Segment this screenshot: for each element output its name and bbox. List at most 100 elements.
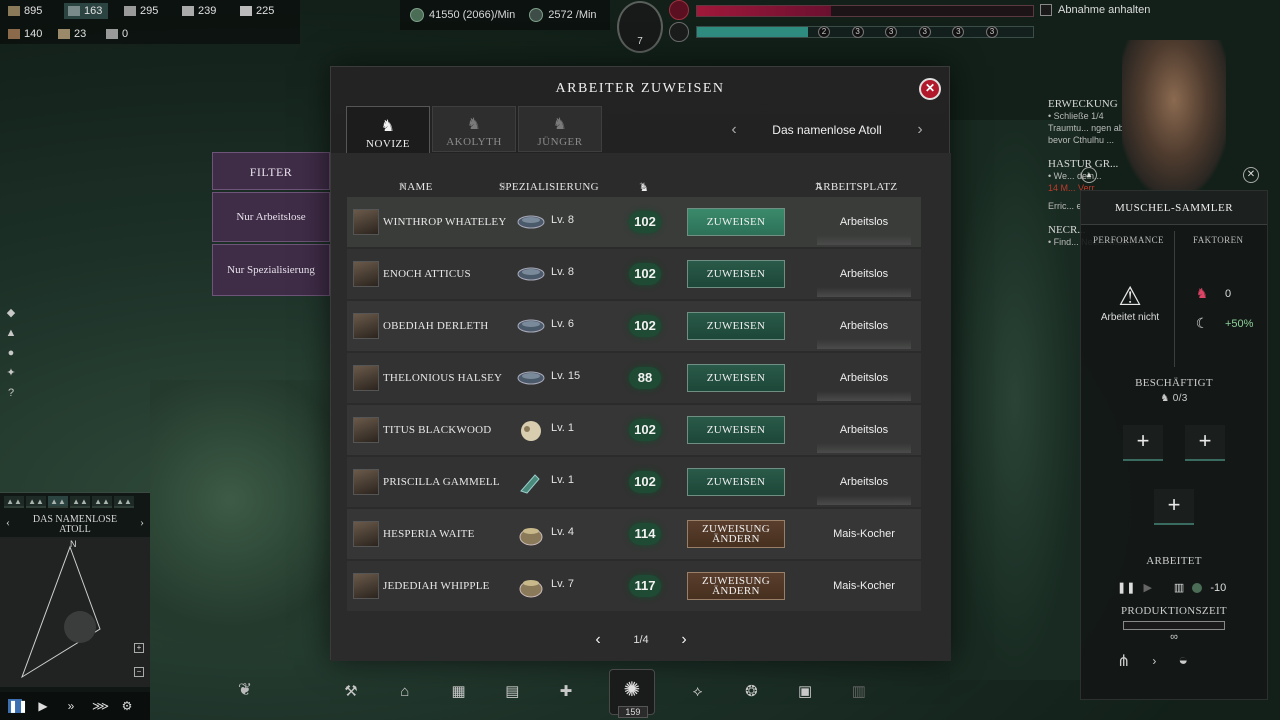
threat-sigil-icon[interactable]: [669, 0, 689, 20]
table-row[interactable]: OBEDIAH DERLETH Lv. 6 102 ZUWEISEN Arbeitslo…: [347, 301, 921, 351]
table-row[interactable]: WINTHROP WHATELEY Lv. 8 102 ZUWEISEN Arbeits…: [347, 197, 921, 247]
minimap-view[interactable]: N + −: [0, 537, 150, 687]
table-row[interactable]: HESPERIA WAITE Lv. 4 114 ZUWEISUNG ÄNDERN Ma…: [347, 509, 921, 559]
pause-checkbox[interactable]: [1040, 4, 1052, 16]
add-worker-slot[interactable]: +: [1123, 425, 1163, 461]
help-icon[interactable]: ?: [4, 386, 18, 400]
location-selector: ‹ Das namenlose Atoll ›: [727, 117, 927, 143]
tool-market-icon[interactable]: ▣: [794, 681, 816, 703]
assign-button[interactable]: ZUWEISEN: [687, 260, 785, 288]
tab-novize[interactable]: ♞ NOVIZE: [346, 106, 430, 154]
assign-button[interactable]: ZUWEISEN: [687, 208, 785, 236]
assign-button[interactable]: ZUWEISEN: [687, 416, 785, 444]
buildings-icon: [182, 6, 194, 16]
minimap-tab-active[interactable]: ▲▲: [48, 496, 68, 508]
soul-coin-icon: [1192, 582, 1203, 593]
worker-score: 114: [629, 523, 661, 545]
panel-close-icon[interactable]: ✕: [1243, 167, 1259, 183]
settings-gear-icon[interactable]: ⚙: [120, 699, 134, 713]
worker-avatar: [353, 261, 379, 287]
bell-icon[interactable]: ●: [4, 346, 18, 360]
table-row[interactable]: THELONIOUS HALSEY Lv. 15 88 ZUWEISEN Arbeits…: [347, 353, 921, 403]
cult-center-icon[interactable]: ✺ 159: [608, 669, 655, 718]
assign-button[interactable]: ZUWEISEN: [687, 312, 785, 340]
location-prev-arrow[interactable]: ‹: [727, 121, 741, 139]
collapse-icon[interactable]: ▲: [1081, 167, 1097, 183]
objective-icon[interactable]: ◆: [4, 306, 18, 320]
zoom-out-icon[interactable]: −: [134, 667, 144, 677]
worker-avatar: [353, 365, 379, 391]
page-prev-arrow[interactable]: ‹: [591, 631, 605, 649]
minimap-tab-workers[interactable]: ▲▲: [70, 496, 90, 508]
change-assignment-button[interactable]: ZUWEISUNG ÄNDERN: [687, 520, 785, 548]
alert-icon[interactable]: ▲: [4, 326, 18, 340]
location-next-arrow[interactable]: ›: [913, 121, 927, 139]
add-worker-slot[interactable]: +: [1154, 489, 1194, 525]
location-name: Das namenlose Atoll: [772, 123, 882, 137]
minimap[interactable]: ▲▲ ▲▲ ▲▲ ▲▲ ▲▲ ▲▲ ‹ DAS NAMENLOSE ATOLL …: [0, 492, 150, 692]
threat-fill: [697, 6, 832, 16]
play-production-icon[interactable]: ▶: [1143, 581, 1151, 594]
minimap-prev-arrow[interactable]: ‹: [6, 516, 10, 528]
tool-research-icon[interactable]: ⟡: [687, 681, 709, 703]
workplace-underline: [817, 443, 911, 453]
table-row[interactable]: TITUS BLACKWOOD Lv. 1 102 ZUWEISEN Arbeitslo…: [347, 405, 921, 455]
minimap-next-arrow[interactable]: ›: [140, 516, 144, 528]
minimap-tab-cult[interactable]: ▲▲: [92, 496, 112, 508]
tool-roads-icon[interactable]: ▦: [448, 681, 470, 703]
laurel-icon[interactable]: ❦: [230, 680, 260, 706]
fast-forward-icon[interactable]: »: [64, 699, 78, 713]
minimap-tab-terrain[interactable]: ▲▲: [4, 496, 24, 508]
filter-unemployed-button[interactable]: Nur Arbeitslose: [212, 192, 330, 242]
wood-icon: [8, 6, 20, 16]
worker-score: 117: [629, 575, 661, 597]
tool-demolish-icon[interactable]: ⚒: [340, 681, 362, 703]
tab-juenger[interactable]: ♞ JÜNGER: [518, 106, 602, 152]
table-row[interactable]: ENOCH ATTICUS Lv. 8 102 ZUWEISEN Arbeitslos: [347, 249, 921, 299]
page-next-arrow[interactable]: ›: [677, 631, 691, 649]
specialization-level: Lv. 6: [551, 318, 575, 330]
fastest-icon[interactable]: ⋙: [92, 699, 109, 713]
minimap-tab-resources[interactable]: ▲▲: [26, 496, 46, 508]
add-worker-slot[interactable]: +: [1185, 425, 1225, 461]
table-row[interactable]: JEDEDIAH WHIPPLE Lv. 7 117 ZUWEISUNG ÄNDERN…: [347, 561, 921, 611]
workplace: Arbeitslos: [817, 197, 911, 247]
workplace: Arbeitslos: [817, 405, 911, 455]
pause-collection-toggle[interactable]: Abnahme anhalten: [1040, 4, 1150, 16]
worker-avatar: [353, 313, 379, 339]
building-panel: ▲ ✕ MUSCHEL-SAMMLER PERFORMANCE FAKTOREN…: [1080, 167, 1268, 700]
tool-ritual-icon[interactable]: ❂: [740, 681, 762, 703]
workplace-underline: [817, 495, 911, 505]
employed-count: ♞ 0/3: [1160, 393, 1188, 404]
worker-score: 102: [629, 471, 661, 493]
novice-rank-icon: ♞: [380, 118, 396, 135]
play-icon[interactable]: ▶: [36, 699, 50, 713]
worker-name: TITUS BLACKWOOD: [383, 424, 492, 436]
assign-button[interactable]: ZUWEISEN: [687, 468, 785, 496]
factor-workers: ♞ 0: [1193, 285, 1231, 303]
tool-production-icon[interactable]: ✚: [555, 681, 577, 703]
production-io: ⋔ › ◒: [1117, 651, 1188, 671]
minimap-tab-extra[interactable]: ▲▲: [114, 496, 134, 508]
close-button[interactable]: ✕: [919, 78, 941, 100]
tool-decor-icon[interactable]: ▥: [848, 681, 870, 703]
change-assignment-button[interactable]: ZUWEISUNG ÄNDERN: [687, 572, 785, 600]
pause-production-icon[interactable]: ❚❚: [1117, 581, 1135, 594]
tool-storage-icon[interactable]: ▤: [501, 681, 523, 703]
worker-score: 102: [629, 419, 661, 441]
star-icon[interactable]: ✦: [4, 366, 18, 380]
assign-button[interactable]: ZUWEISEN: [687, 364, 785, 392]
tool-housing-icon[interactable]: ⌂: [394, 681, 416, 703]
cult-medallion[interactable]: 7: [617, 1, 663, 53]
tab-akolyth[interactable]: ♞ AKOLYTH: [432, 106, 516, 152]
pause-icon[interactable]: ❚❚: [8, 699, 28, 713]
rake-icon: ⋔: [1117, 653, 1131, 670]
zoom-in-icon[interactable]: +: [134, 643, 144, 653]
minimap-title: ‹ DAS NAMENLOSE ATOLL ›: [6, 514, 144, 535]
side-toolbar: ◆ ▲ ● ✦ ?: [4, 306, 18, 400]
skull-sigil-icon[interactable]: [669, 22, 689, 42]
worker-portrait: [1122, 40, 1226, 190]
filter-specialization-button[interactable]: Nur Spezialisierung: [212, 244, 330, 296]
workplace-underline: [817, 339, 911, 349]
table-row[interactable]: PRISCILLA GAMMELL Lv. 1 102 ZUWEISEN Arbeits…: [347, 457, 921, 507]
